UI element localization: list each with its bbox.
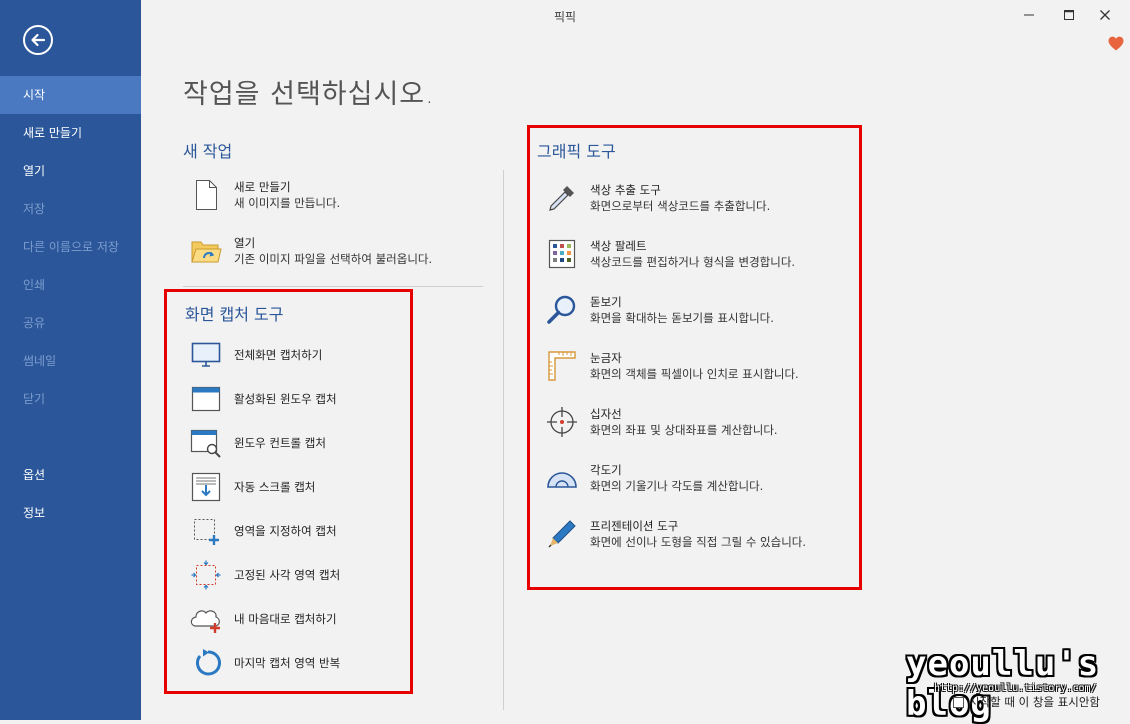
new-image-item[interactable]: 새로 만들기 새 이미지를 만듭니다. xyxy=(190,179,340,212)
sidebar-item-options[interactable]: 옵션 xyxy=(0,456,141,494)
dont-show-label: 시작할 때 이 창을 표시안함 xyxy=(969,695,1101,709)
window-title: 픽픽 xyxy=(553,10,577,24)
open-file-title: 열기 xyxy=(234,236,256,250)
close-icon[interactable] xyxy=(1090,4,1120,26)
capture-tools-highlight xyxy=(164,289,413,694)
sidebar-item-close[interactable]: 닫기 xyxy=(0,380,141,418)
sidebar-item-new[interactable]: 새로 만들기 xyxy=(0,114,141,152)
sidebar-item-start[interactable]: 시작 xyxy=(0,76,141,114)
sidebar-item-share[interactable]: 공유 xyxy=(0,304,141,342)
open-file-item[interactable]: 열기 기존 이미지 파일을 선택하여 불러옵니다. xyxy=(190,235,432,268)
sidebar-item-open[interactable]: 열기 xyxy=(0,152,141,190)
sidebar-item-save[interactable]: 저장 xyxy=(0,190,141,228)
sidebar: 시작 새로 만들기 열기 저장 다른 이름으로 저장 인쇄 공유 썸네일 닫기 … xyxy=(0,0,141,720)
sidebar-item-thumbnail[interactable]: 썸네일 xyxy=(0,342,141,380)
new-task-title: 새 작업 xyxy=(183,142,233,161)
new-image-desc: 새 이미지를 만듭니다. xyxy=(234,196,341,210)
new-image-title: 새로 만들기 xyxy=(234,180,291,194)
new-file-icon xyxy=(190,179,222,211)
sidebar-item-save-as[interactable]: 다른 이름으로 저장 xyxy=(0,228,141,266)
sidebar-item-info[interactable]: 정보 xyxy=(0,494,141,532)
back-arrow-icon[interactable] xyxy=(23,25,53,55)
section-divider xyxy=(183,286,483,287)
graphic-tools-highlight xyxy=(527,125,862,590)
sidebar-item-print[interactable]: 인쇄 xyxy=(0,266,141,304)
minimize-icon[interactable] xyxy=(1014,4,1044,26)
open-file-desc: 기존 이미지 파일을 선택하여 불러옵니다. xyxy=(234,252,433,266)
column-divider xyxy=(503,170,504,710)
blog-url-watermark: http://yeoullu.tistory.com/ xyxy=(934,683,1097,694)
dont-show-at-startup[interactable]: 시작할 때 이 창을 표시안함 xyxy=(953,694,1100,710)
maximize-icon[interactable] xyxy=(1054,4,1084,26)
page-title: 작업을 선택하십시오. xyxy=(183,79,435,110)
heart-icon[interactable] xyxy=(1108,36,1124,55)
open-folder-icon xyxy=(190,235,222,267)
dont-show-checkbox[interactable] xyxy=(953,696,964,708)
